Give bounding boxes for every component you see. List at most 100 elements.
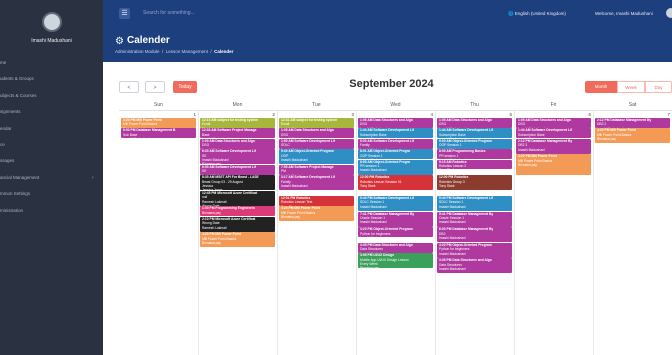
calendar-event[interactable]: 1:44 AM Software Development Lif Subscrip… bbox=[358, 128, 433, 139]
sidebar-item[interactable]: udents & Groups bbox=[0, 71, 103, 87]
avatar[interactable] bbox=[42, 12, 62, 32]
calendar-event[interactable]: 7:41 PM Database Management By Oracle Ses… bbox=[358, 211, 433, 227]
calendar-event[interactable]: 1:05 AM Data Structures and AlgoDSGImash… bbox=[358, 118, 433, 128]
calendar-event[interactable]: 4:20 PM Mill Power Point Mill Power Point… bbox=[279, 206, 354, 222]
event-detail: Binnawa pay bbox=[202, 241, 221, 246]
calendar-event[interactable]: 6:50 PM Database Management BSub BaseIma… bbox=[121, 128, 196, 139]
calendar-event[interactable]: 2:12 PM Database Management ByDB2 2Imash… bbox=[595, 118, 670, 128]
sidebar-item[interactable]: signments bbox=[0, 104, 103, 120]
calendar-event[interactable]: 12:00 PM Robotics Robotics Lesson Session… bbox=[358, 175, 433, 191]
view-day-button[interactable]: Day bbox=[645, 81, 672, 93]
sidebar-item[interactable]: mmon Settings bbox=[0, 186, 103, 202]
hamburger-icon[interactable]: ☰ bbox=[119, 8, 130, 19]
day-number[interactable]: 6 bbox=[514, 112, 591, 117]
calendar-event[interactable]: 6:50 AM Software Development LifSEImashi… bbox=[200, 164, 275, 175]
calendar-event[interactable]: 4:20 PM Mill Power Point Mill Power Point… bbox=[516, 154, 591, 175]
breadcrumb-item[interactable]: Lesson Management bbox=[166, 49, 208, 54]
event-detail: Binnawa pay bbox=[518, 163, 537, 168]
calendar-event[interactable]: 8:55 AM Programming BasicsPR session 1Im… bbox=[437, 149, 512, 159]
calendar-event[interactable]: 1:05 AM Data Structures and AlgoDSGImash… bbox=[437, 118, 512, 128]
calendar-event[interactable]: 8:51 AM Object-Oriented Progra OOP Sessio… bbox=[358, 149, 433, 159]
event-detail: Imashi Madushani bbox=[281, 184, 308, 188]
calendar-event[interactable]: 5:41 PM Database Management By Oracle Ses… bbox=[437, 211, 512, 227]
event-detail: Imashi Madushani bbox=[439, 236, 466, 240]
calendar-event[interactable]: 4:20 PM Mill Power Point Mill Power Point… bbox=[595, 128, 670, 144]
sidebar-item-label: me bbox=[0, 60, 7, 65]
calendar-event[interactable]: 5:40 PM Software Development Lif SDLC Ses… bbox=[437, 196, 512, 211]
day-number[interactable]: 7 bbox=[593, 112, 670, 117]
calendar-event[interactable]: 4:20 PM Mill Power Point Mill Power Point… bbox=[121, 118, 196, 128]
calendar-event[interactable]: 12:00 PM Robotics Robotics Group 3 Tony St… bbox=[437, 175, 512, 191]
calendar-event[interactable]: 9:00 AM Object-Oriented Program OOP Sessi… bbox=[437, 138, 512, 149]
page-title: Calender bbox=[127, 35, 170, 46]
calendar-event[interactable]: 1:50 AM Software Development LifSDLCImas… bbox=[279, 138, 354, 149]
sidebar-item[interactable]: ubjects & Courses bbox=[0, 88, 103, 104]
day-number[interactable]: 4 bbox=[356, 112, 433, 117]
view-week-button[interactable]: Week bbox=[617, 81, 645, 93]
calendar-event[interactable]: 2:10 PM Microsoft Azure Certificat Wrong … bbox=[200, 216, 275, 232]
welcome-text[interactable]: Welcome, Imashi Madushani bbox=[595, 11, 653, 16]
grid-line bbox=[277, 111, 278, 355]
calendar-event[interactable]: 1:44 AM Software Development Lif Subscrip… bbox=[437, 128, 512, 139]
calendar-event[interactable]: 1:05 AM Data Structures and AlgoDSGImash… bbox=[516, 118, 591, 128]
event-detail: Imashi Madushani bbox=[439, 204, 466, 209]
day-number[interactable]: 5 bbox=[435, 112, 512, 117]
calendar-event[interactable]: 4:20 PM Mill Power Point Mill Power Point… bbox=[200, 232, 275, 248]
calendar-event[interactable]: 1:00 AM Data Structures and AlgoDSGImash… bbox=[200, 138, 275, 149]
sidebar-item-label: signments bbox=[0, 109, 21, 115]
calendar-event[interactable]: 3:20 PM Object-Oriented Program Python fo… bbox=[358, 227, 433, 237]
event-detail: Binnawa pay bbox=[202, 162, 273, 164]
view-month-button[interactable]: Month bbox=[585, 81, 617, 93]
breadcrumb-item[interactable]: Administration Module bbox=[115, 49, 160, 54]
top-bar: ☰ Search for something... 🌐 English (Uni… bbox=[103, 0, 672, 28]
day-number[interactable]: 1 bbox=[119, 112, 196, 117]
sidebar-item[interactable]: me bbox=[0, 55, 103, 71]
calendar-event[interactable]: 1:05 AM Data Structures and AlgoDSGImash… bbox=[279, 128, 354, 139]
calendar-event[interactable]: 5:00 AM Software Development LifFamilyIm… bbox=[358, 138, 433, 149]
calendar-event[interactable]: 3:35 PM Data Structures and Algo Data Str… bbox=[358, 242, 433, 253]
calendar-event[interactable]: 7:50 AM Software Project ManagePMImashi … bbox=[279, 164, 354, 175]
calendar-event[interactable]: 3:35 PM Data Structures and Algo Data Str… bbox=[437, 258, 512, 274]
user-avatar-icon[interactable] bbox=[666, 8, 672, 18]
event-detail: Imashi Madushani bbox=[360, 168, 387, 173]
weekday-header: Sat bbox=[593, 100, 672, 111]
calendar-event[interactable]: 12:15 AM subject for testing system Email… bbox=[200, 118, 275, 128]
calendar-event[interactable]: 3:20 PM Object-Oriented Program Python fo… bbox=[437, 242, 512, 258]
weekday-header: Fri bbox=[514, 100, 593, 111]
day-number[interactable]: 2 bbox=[198, 112, 275, 117]
weekday-header: Tue bbox=[277, 100, 356, 111]
calendar-event[interactable]: 5:30 AM Object-Oriented Program OOP Imashi… bbox=[279, 149, 354, 165]
sidebar-item[interactable]: ssages bbox=[0, 153, 103, 169]
day-number[interactable]: 3 bbox=[277, 112, 354, 117]
calendar-event[interactable]: 9:15 AM RoboticsRobotics Lesson 2Tony St… bbox=[437, 159, 512, 170]
calendar-event[interactable]: 8:35 AM MSET API For Beast - LASE Beast G… bbox=[200, 175, 275, 191]
calendar-event[interactable]: 1:30 PM Programming Engineerin Binnawa pa… bbox=[200, 206, 275, 217]
search-input[interactable]: Search for something... bbox=[143, 10, 195, 16]
calendar-grid: Sun Mon Tue Wed Thu Fri Sat 1 2 3 4 5 6 7 4:20 PM Mill… bbox=[119, 100, 672, 355]
calendar-event[interactable]: 12:33 AM Software Project ManageBaseImas… bbox=[200, 128, 275, 139]
calendar-event[interactable]: 1:44 AM Software Development Lif Subscrip… bbox=[516, 128, 591, 139]
sidebar-item-label: ssages bbox=[0, 158, 15, 164]
sidebar-item[interactable]: endar bbox=[0, 121, 103, 137]
event-detail: Imashi Madushani bbox=[360, 204, 387, 209]
grid-line bbox=[356, 111, 357, 355]
calendar-event[interactable]: 3:55 PM UI/UX Design Mobile App UI/UX Des… bbox=[358, 253, 433, 269]
sidebar-item[interactable]: ce bbox=[0, 137, 103, 153]
calendar-event[interactable]: 12:01 PM RoboticsRobotics Lesson TestTon… bbox=[279, 196, 354, 206]
calendar-event[interactable]: 6:00 AM Software Development Lif SE Imashi… bbox=[200, 149, 275, 165]
language-selector[interactable]: 🌐 English (United Kingdom) bbox=[508, 11, 566, 17]
breadcrumb: Administration Module / Lesson Managemen… bbox=[115, 49, 234, 54]
calendar-event[interactable]: 12:45 PM Microsoft Azure Certificat null R… bbox=[200, 190, 275, 206]
sidebar-item[interactable]: ancial Management › bbox=[0, 170, 103, 186]
sidebar-item-label: ancial Management bbox=[0, 174, 40, 180]
calendar-event[interactable]: 5:40 PM Software Development Lif SDLC Ses… bbox=[358, 196, 433, 211]
calendar-event[interactable]: 8:55 AM Object-Oriented Progra PR session… bbox=[358, 159, 433, 175]
sidebar-item[interactable]: ministration bbox=[0, 203, 103, 219]
event-detail: Imashi Madushani bbox=[360, 236, 431, 237]
calendar-event[interactable]: 2:12 PM Database Management By DB2 3 Imash… bbox=[516, 138, 591, 154]
calendar-event[interactable]: 6:00 PM Database Management By DB2 Imashi … bbox=[437, 227, 512, 243]
calendar-event[interactable]: 3:17 AM Software Development Lif Family Im… bbox=[279, 175, 354, 191]
grid-line bbox=[593, 111, 594, 355]
calendar-card: < > Today September 2024 Month Week Day … bbox=[111, 71, 672, 355]
calendar-event[interactable]: 12:31 AM subject for testing system Email… bbox=[279, 118, 354, 128]
